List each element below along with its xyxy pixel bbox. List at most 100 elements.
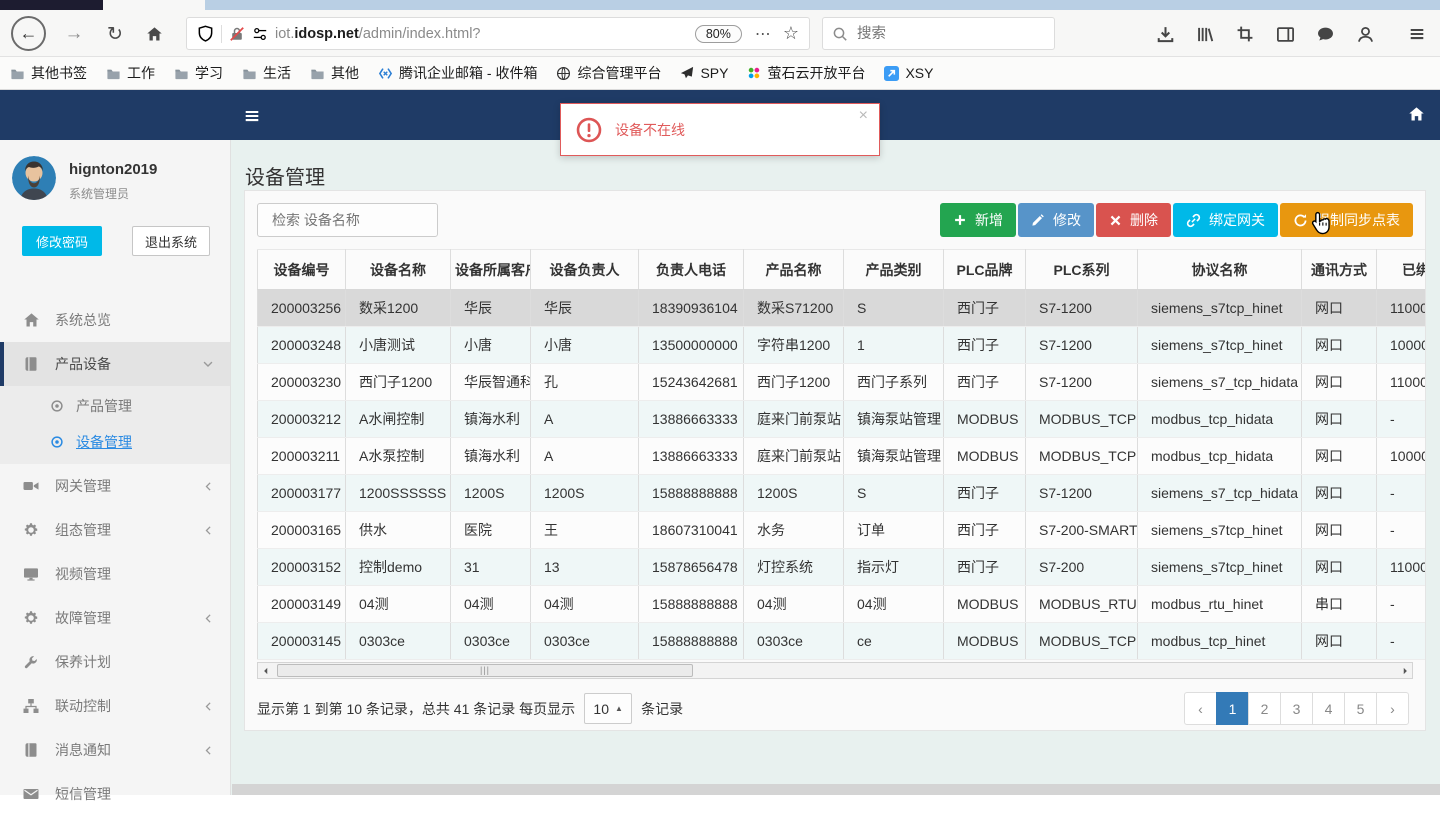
column-header[interactable]: 协议名称 <box>1137 249 1302 290</box>
sidebar-item-label: 保养计划 <box>55 654 111 670</box>
table-cell: MODBUS <box>943 585 1026 623</box>
sidebar-subitem-product-management[interactable]: 产品管理 <box>0 388 230 424</box>
bookmark-star-icon[interactable]: ☆ <box>783 23 799 44</box>
table-row[interactable]: 200003165 供水 医院王 18607310041 水务 订单 西门子 S7-200-S… <box>257 511 1425 549</box>
column-header[interactable]: 产品类别 <box>843 249 944 290</box>
table-row[interactable]: 200003211 A水泵控制 镇海水利 A 13886663333 庭来门前泵站 镇海泵站… <box>257 437 1425 475</box>
scroll-right-icon[interactable] <box>1397 663 1412 678</box>
sidebar-item-video-management[interactable]: 视频管理 <box>0 552 230 596</box>
table-cell: 王 <box>530 511 639 549</box>
force-sync-button[interactable]: 强制同步点表 <box>1280 203 1413 237</box>
logout-button[interactable]: 退出系统 <box>132 226 210 256</box>
sidebar-item-sms-management[interactable]: 短信管理 <box>0 772 230 816</box>
bookmark-misc[interactable]: 其他 <box>310 63 359 83</box>
table-row[interactable]: 200003152 控制demo 31 13 15878656478 灯控系统 指示灯 西门子… <box>257 548 1425 586</box>
page-button-4[interactable]: 4 <box>1312 692 1345 725</box>
page-button-3[interactable]: 3 <box>1280 692 1313 725</box>
column-header[interactable]: 设备负责人 <box>530 249 639 290</box>
chat-bubble-icon[interactable] <box>1312 21 1338 47</box>
sidebar-item-fault-management[interactable]: 故障管理 <box>0 596 230 640</box>
app-home-icon[interactable] <box>1408 106 1425 123</box>
device-search-box[interactable] <box>257 203 438 237</box>
screenshot-crop-icon[interactable] <box>1232 21 1258 47</box>
column-header[interactable]: 负责人电话 <box>638 249 744 290</box>
sidebar-subitem-device-management[interactable]: 设备管理 <box>0 424 230 460</box>
bookmark-study[interactable]: 学习 <box>174 63 223 83</box>
downloads-icon[interactable] <box>1152 21 1178 47</box>
sidebar-item-gateway-management[interactable]: 网关管理 <box>0 464 230 508</box>
column-header[interactable]: PLC系列 <box>1025 249 1138 290</box>
table-cell: 1100008 <box>1376 289 1425 327</box>
edit-button[interactable]: 修改 <box>1018 203 1094 237</box>
column-header[interactable]: 设备编号 <box>257 249 346 290</box>
table-row[interactable]: 200003149 04测 04测 04测 15888888888 04测 04测 MODBU… <box>257 585 1425 623</box>
sidebar-item-maintenance-plan[interactable]: 保养计划 <box>0 640 230 684</box>
prev-page-button[interactable]: ‹ <box>1184 692 1217 725</box>
bookmark-tencent-exmail[interactable]: 腾讯企业邮箱 - 收件箱 <box>378 63 537 83</box>
cogs-icon <box>23 522 40 538</box>
scrollbar-thumb[interactable]: ||| <box>277 664 693 677</box>
sidebar-toggle-icon[interactable] <box>243 107 261 125</box>
avatar[interactable] <box>12 156 56 200</box>
table-row[interactable]: 200003212 A水闸控制 镇海水利 A 13886663333 庭来门前泵站 镇海泵站… <box>257 400 1425 438</box>
library-icon[interactable] <box>1192 21 1218 47</box>
bookmark-other-bookmarks[interactable]: 其他书签 <box>10 63 87 83</box>
forward-button[interactable]: → <box>58 18 90 50</box>
sidebar-panel-icon[interactable] <box>1272 21 1298 47</box>
table-row[interactable]: 200003177 1200SSSSSS 1200S 1200S 15888888888… <box>257 474 1425 512</box>
reload-button[interactable]: ↻ <box>99 18 131 50</box>
sidebar-item-system-overview[interactable]: 系统总览 <box>0 298 230 342</box>
column-header[interactable]: 设备名称 <box>345 249 451 290</box>
page-button-1[interactable]: 1 <box>1216 692 1249 725</box>
device-search-input[interactable] <box>270 211 425 229</box>
browser-search-input[interactable] <box>855 24 1046 43</box>
table-row[interactable]: 200003230西门子1200华辰智通科技孔15243642681西门子120… <box>257 363 1425 401</box>
bookmark-spy[interactable]: SPY <box>680 65 728 81</box>
shield-icon[interactable] <box>197 25 214 42</box>
column-header[interactable]: 产品名称 <box>743 249 844 290</box>
page-button-2[interactable]: 2 <box>1248 692 1281 725</box>
page-button-5[interactable]: 5 <box>1344 692 1377 725</box>
back-button[interactable]: ← <box>11 16 46 51</box>
table-cell: A水泵控制 <box>345 437 451 475</box>
delete-button[interactable]: 删除 <box>1096 203 1171 237</box>
bookmark-work[interactable]: 工作 <box>106 63 155 83</box>
menu-hamburger-icon[interactable] <box>1404 21 1430 47</box>
sidebar-item-linkage-control[interactable]: 联动控制 <box>0 684 230 728</box>
column-header[interactable]: 设备所属客户 <box>450 249 531 290</box>
page-size-select[interactable]: 10 ▲ <box>584 693 633 724</box>
home-button[interactable] <box>139 18 171 50</box>
column-header[interactable]: PLC品牌 <box>943 249 1026 290</box>
sidebar-item-message-notification[interactable]: 消息通知 <box>0 728 230 772</box>
bookmark-xsy[interactable]: XSY <box>884 65 933 81</box>
column-header[interactable]: 通讯方式 <box>1301 249 1377 290</box>
table-cell: 西门子 <box>943 474 1026 512</box>
sidebar-item-label: 短信管理 <box>55 786 111 802</box>
add-button[interactable]: 新增 <box>940 203 1016 237</box>
table-row[interactable]: 200003256 数采1200 华辰 华辰 18390936104 数采S71200 S 西… <box>257 289 1425 327</box>
folder-icon <box>310 66 325 81</box>
change-password-button[interactable]: 修改密码 <box>22 226 102 256</box>
page-actions-icon[interactable]: ⋯ <box>755 24 772 44</box>
bookmark-life[interactable]: 生活 <box>242 63 291 83</box>
bookmark-mgmt-platform[interactable]: 综合管理平台 <box>556 63 661 83</box>
column-header[interactable]: 已绑定网关 <box>1376 249 1425 290</box>
permissions-icon[interactable] <box>252 26 268 42</box>
account-icon[interactable] <box>1352 21 1378 47</box>
scroll-left-icon[interactable] <box>258 663 273 678</box>
next-page-button[interactable]: › <box>1376 692 1409 725</box>
horizontal-scrollbar[interactable]: ||| <box>257 662 1413 679</box>
browser-search-bar[interactable] <box>822 17 1055 50</box>
browser-active-tab[interactable] <box>0 0 103 10</box>
table-row[interactable]: 200003145 0303ce 0303ce 0303ce 15888888888 03… <box>257 622 1425 660</box>
bind-gateway-button[interactable]: 绑定网关 <box>1173 203 1278 237</box>
insecure-lock-icon[interactable] <box>229 26 245 42</box>
table-row[interactable]: 200003248 小唐测试 小唐 小唐 13500000000 字符串1200 1 西门子 S… <box>257 326 1425 364</box>
alert-close-icon[interactable]: × <box>859 108 868 124</box>
url-bar[interactable]: iot.idosp.net/admin/index.html? 80% ⋯ ☆ <box>186 17 810 50</box>
sidebar-item-configuration-management[interactable]: 组态管理 <box>0 508 230 552</box>
url-text[interactable]: iot.idosp.net/admin/index.html? <box>275 26 481 42</box>
sidebar-item-product-device[interactable]: 产品设备 <box>0 342 230 386</box>
bookmark-ezviz-open[interactable]: 萤石云开放平台 <box>747 63 865 83</box>
zoom-level-badge[interactable]: 80% <box>694 24 742 43</box>
